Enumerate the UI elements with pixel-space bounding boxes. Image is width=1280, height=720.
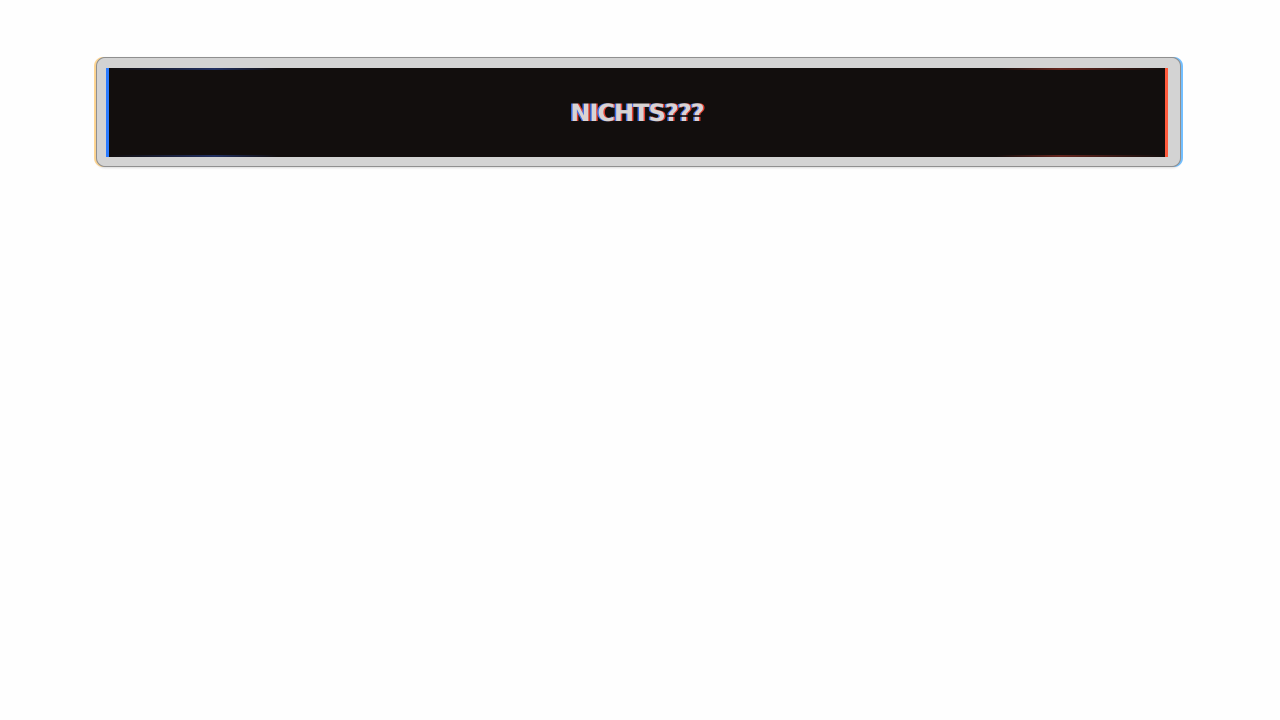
message-banner: NICHTS??? <box>96 57 1181 167</box>
message-banner-panel: NICHTS??? <box>106 68 1168 157</box>
message-banner-text: NICHTS??? <box>570 98 704 127</box>
page: NICHTS??? <box>0 0 1280 720</box>
